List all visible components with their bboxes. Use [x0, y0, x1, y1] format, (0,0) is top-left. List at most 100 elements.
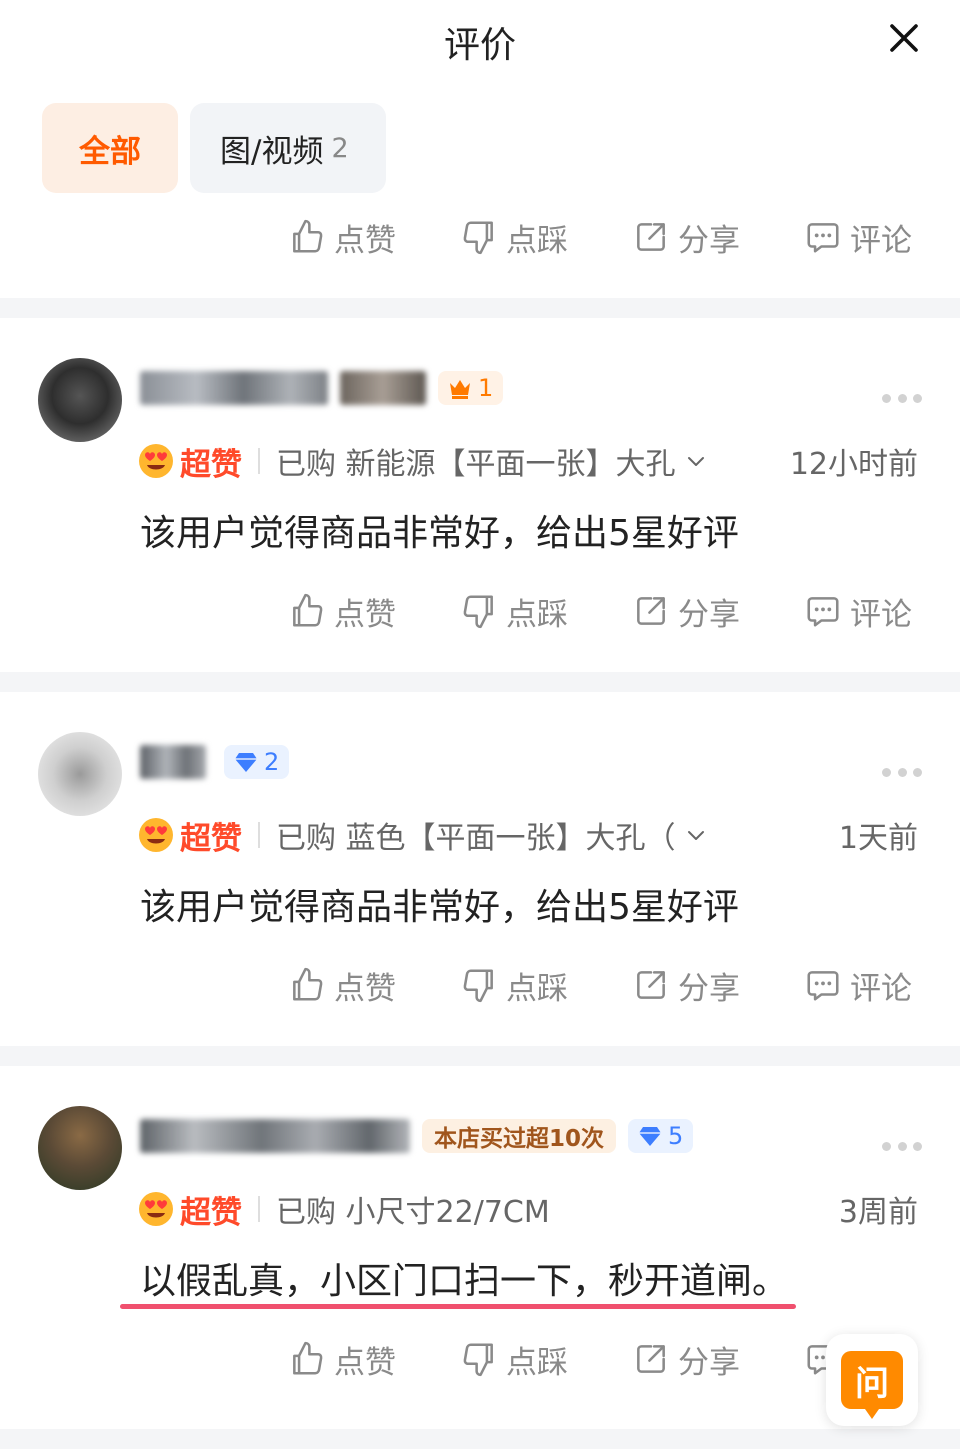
- ask-button[interactable]: 问: [826, 1334, 918, 1426]
- like-label: 点赞: [334, 596, 396, 633]
- like-button[interactable]: 点赞: [288, 1334, 460, 1384]
- diamond-icon: [234, 751, 258, 773]
- review-time: 1天前: [838, 821, 918, 856]
- share-icon: [632, 966, 670, 1004]
- comment-icon: [804, 966, 842, 1004]
- comment-label: 评论: [850, 970, 912, 1007]
- username-blurred[interactable]: [140, 371, 328, 405]
- crown-icon: [448, 377, 472, 399]
- tab-media-count: 2: [331, 132, 349, 164]
- review-card: 1 超赞 已购 新能源【平面一张】大孔 12小时前 该用户觉得商品非常好，给出5…: [0, 318, 960, 672]
- comment-icon: [804, 218, 842, 256]
- username-blurred[interactable]: [140, 1119, 410, 1153]
- purchase-variant[interactable]: 已购 新能源【平面一张】大孔: [276, 439, 676, 483]
- more-options-icon[interactable]: [882, 1142, 922, 1152]
- like-button[interactable]: 点赞: [288, 586, 460, 636]
- ask-icon: 问: [841, 1351, 903, 1419]
- section-divider: [0, 298, 960, 318]
- heart-eyes-emoji-icon: [138, 817, 174, 853]
- comment-button[interactable]: 评论: [804, 212, 912, 262]
- tab-all[interactable]: 全部: [42, 103, 178, 193]
- level-badge-value: 1: [478, 374, 494, 402]
- thumbs-down-icon: [460, 966, 498, 1004]
- level-badge: 5: [628, 1119, 694, 1153]
- divider: [258, 1196, 260, 1222]
- comment-label: 评论: [850, 596, 912, 633]
- purchase-variant[interactable]: 已购 小尺寸22/7CM: [276, 1187, 550, 1231]
- review-text: 该用户觉得商品非常好，给出5星好评: [140, 513, 739, 554]
- thumbs-up-icon: [288, 218, 326, 256]
- like-label: 点赞: [334, 970, 396, 1007]
- tab-media[interactable]: 图/视频 2: [190, 103, 386, 193]
- review-time: 3周前: [838, 1195, 918, 1230]
- rating-label: 超赞: [180, 446, 242, 483]
- user-info-row: 本店买过超10次 5: [140, 1116, 694, 1156]
- review-text: 以假乱真，小区门口扫一下，秒开道闸。: [140, 1261, 789, 1302]
- comment-button[interactable]: 评论: [804, 586, 912, 636]
- share-icon: [632, 592, 670, 630]
- share-button[interactable]: 分享: [632, 1334, 804, 1384]
- divider: [258, 448, 260, 474]
- avatar[interactable]: [38, 732, 122, 816]
- review-card: 本店买过超10次 5 超赞 已购 小尺寸22/7CM 3周前 以假乱真，小区门口…: [0, 1066, 960, 1449]
- header: 评价: [0, 0, 960, 90]
- chevron-down-icon[interactable]: [684, 449, 708, 473]
- section-divider: [0, 1046, 960, 1066]
- share-label: 分享: [678, 596, 740, 633]
- action-bar: 点赞 点踩 分享 评论: [288, 960, 928, 1010]
- comment-label: 评论: [850, 222, 912, 259]
- tab-media-label: 图/视频: [220, 133, 324, 170]
- more-options-icon[interactable]: [882, 394, 922, 404]
- section-divider: [0, 672, 960, 692]
- share-button[interactable]: 分享: [632, 212, 804, 262]
- level-badge: 2: [224, 745, 290, 779]
- comment-icon: [804, 592, 842, 630]
- thumbs-up-icon: [288, 592, 326, 630]
- close-icon[interactable]: [884, 18, 924, 58]
- thumbs-down-icon: [460, 218, 498, 256]
- share-label: 分享: [678, 222, 740, 259]
- action-bar: 点赞 点踩 分享 评论: [288, 212, 928, 262]
- like-label: 点赞: [334, 222, 396, 259]
- username-suffix-blurred: [340, 371, 426, 405]
- review-meta-row: 超赞 已购 新能源【平面一张】大孔 12小时前: [138, 439, 918, 483]
- dislike-label: 点踩: [506, 222, 568, 259]
- like-button[interactable]: 点赞: [288, 960, 460, 1010]
- dislike-label: 点踩: [506, 970, 568, 1007]
- thumbs-up-icon: [288, 966, 326, 1004]
- share-button[interactable]: 分享: [632, 960, 804, 1010]
- level-badge-value: 5: [668, 1122, 684, 1150]
- ask-label: 问: [855, 1363, 889, 1404]
- share-button[interactable]: 分享: [632, 586, 804, 636]
- heart-eyes-emoji-icon: [138, 1191, 174, 1227]
- dislike-button[interactable]: 点踩: [460, 212, 632, 262]
- username-blurred[interactable]: [140, 745, 206, 779]
- repeat-buyer-badge: 本店买过超10次: [422, 1119, 617, 1153]
- review-meta-row: 超赞 已购 蓝色【平面一张】大孔（ 1天前: [138, 813, 918, 857]
- filter-tabs: 全部 图/视频 2: [42, 103, 386, 193]
- share-icon: [632, 1340, 670, 1378]
- dislike-button[interactable]: 点踩: [460, 960, 632, 1010]
- dislike-button[interactable]: 点踩: [460, 586, 632, 636]
- level-badge: 1: [438, 371, 504, 405]
- avatar[interactable]: [38, 358, 122, 442]
- chevron-down-icon[interactable]: [684, 823, 708, 847]
- like-button[interactable]: 点赞: [288, 212, 460, 262]
- dislike-label: 点踩: [506, 596, 568, 633]
- diamond-icon: [638, 1125, 662, 1147]
- page-title: 评价: [443, 25, 516, 66]
- more-options-icon[interactable]: [882, 768, 922, 778]
- avatar[interactable]: [38, 1106, 122, 1190]
- highlight-underline: [120, 1304, 796, 1309]
- share-label: 分享: [678, 970, 740, 1007]
- level-badge-value: 2: [264, 748, 280, 776]
- rating-label: 超赞: [180, 1194, 242, 1231]
- comment-button[interactable]: 评论: [804, 960, 912, 1010]
- action-bar: 点赞 点踩 分享 评论: [288, 586, 928, 636]
- review-meta-row: 超赞 已购 小尺寸22/7CM 3周前: [138, 1187, 918, 1231]
- review-time: 12小时前: [789, 447, 918, 482]
- thumbs-up-icon: [288, 1340, 326, 1378]
- user-info-row: 1: [140, 368, 504, 408]
- purchase-variant[interactable]: 已购 蓝色【平面一张】大孔（: [276, 813, 676, 857]
- dislike-button[interactable]: 点踩: [460, 1334, 632, 1384]
